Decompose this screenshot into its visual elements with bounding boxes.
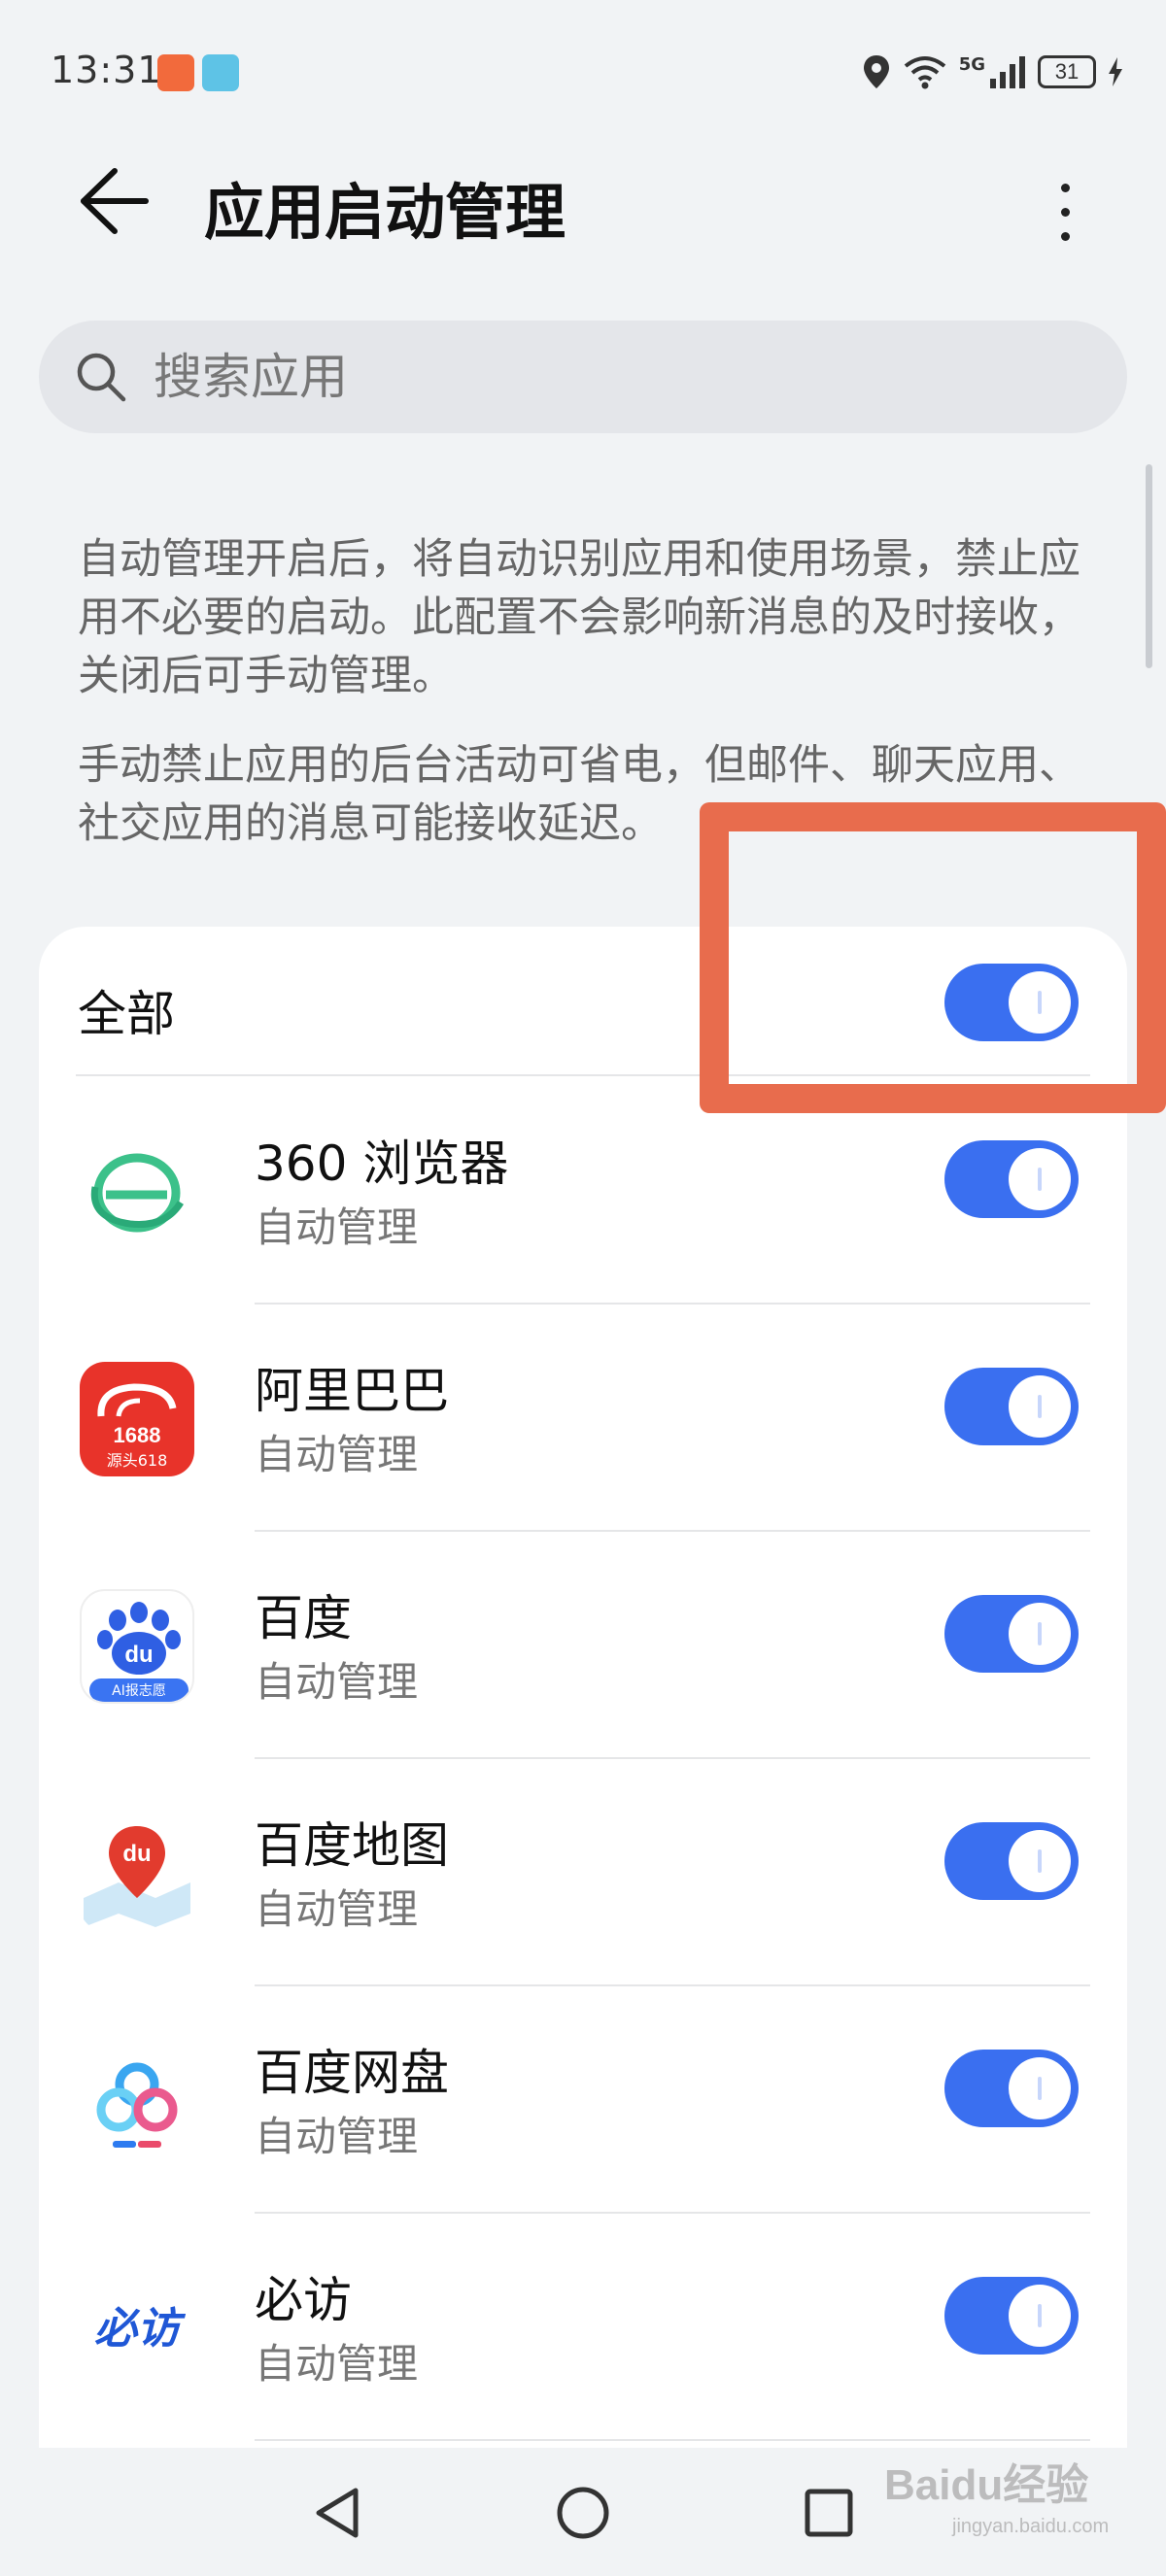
- search-input[interactable]: [154, 338, 1028, 416]
- app-row-bifang[interactable]: 必访 必访 自动管理: [39, 2213, 1127, 2440]
- icon-text: 1688: [114, 1423, 161, 1447]
- more-dot-icon: [1060, 183, 1070, 192]
- page-title: 应用启动管理: [204, 177, 566, 248]
- app-toggle[interactable]: [944, 1368, 1079, 1445]
- icon-caption: 源头618: [107, 1451, 168, 1470]
- status-time: 13:31: [51, 49, 162, 91]
- app-toggle[interactable]: [944, 2050, 1079, 2127]
- location-icon: [863, 55, 889, 88]
- app-name: 百度网盘: [255, 2045, 449, 2101]
- home-circle-icon[interactable]: [553, 2483, 613, 2543]
- app-toggle[interactable]: [944, 1595, 1079, 1673]
- search-icon: [77, 353, 126, 402]
- baidu-netdisk-logo: [80, 2044, 194, 2158]
- toggle-knob: [1009, 1830, 1071, 1892]
- baidu-jingyan-watermark: Baidu经验 jingyan.baidu.com: [884, 2457, 1110, 2564]
- app-status: 自动管理: [255, 1658, 419, 1706]
- bifang-icon: 必访: [80, 2271, 194, 2386]
- 360-browser-logo: [80, 1135, 194, 1249]
- icon-text: 必访: [94, 2304, 187, 2354]
- bifang-logo: 必访: [80, 2271, 194, 2386]
- baidu-netdisk-icon: [80, 2044, 194, 2158]
- app-status: 自动管理: [255, 1203, 419, 1251]
- battery-level: 31: [1054, 59, 1080, 84]
- app-row-alibaba[interactable]: 1688 源头618 阿里巴巴 自动管理: [39, 1304, 1127, 1531]
- app-name: 百度: [255, 1590, 352, 1646]
- toggle-knob: [1009, 2285, 1071, 2347]
- alibaba-logo: 1688 源头618: [97, 1383, 177, 1470]
- 360-browser-icon: [80, 1135, 194, 1249]
- app-row-baidu-netdisk[interactable]: 百度网盘 自动管理: [39, 1985, 1127, 2213]
- auto-manage-description: 自动管理开启后，将自动识别应用和使用场景，禁止应用不必要的启动。此配置不会影响新…: [78, 535, 1080, 700]
- app-name: 必访: [255, 2272, 352, 2328]
- watermark-subtext: jingyan.baidu.com: [952, 2516, 1110, 2537]
- baidu-icon: du AI报志愿: [80, 1589, 194, 1704]
- app-name: 百度地图: [255, 1817, 449, 1874]
- divider: [255, 2439, 1090, 2441]
- baidu-paw-logo: du AI报志愿: [89, 1602, 189, 1702]
- wifi-icon: [904, 56, 945, 89]
- app-launch-management-screen: 13:31 5G 31 应用启动管理 自动管理开启后，将自动识别应用和使用场景，…: [0, 0, 1166, 2576]
- charging-icon: [1109, 57, 1122, 86]
- status-icons: 5G 31: [862, 51, 1123, 93]
- baidu-map-logo: du: [80, 1816, 194, 1931]
- toggle-knob: [1009, 1603, 1071, 1665]
- app-toggle[interactable]: [944, 2277, 1079, 2355]
- toggle-knob: [1009, 1148, 1071, 1210]
- notification-app-icon: [157, 54, 194, 91]
- app-toggle[interactable]: [944, 1822, 1079, 1900]
- highlight-annotation-box: [700, 802, 1166, 1113]
- all-apps-label: 全部: [78, 986, 175, 1042]
- app-name: 360 浏览器: [255, 1135, 509, 1192]
- app-row-baidu[interactable]: du AI报志愿 百度 自动管理: [39, 1531, 1127, 1758]
- notification-book-icon: [202, 54, 239, 91]
- toggle-knob: [1009, 1375, 1071, 1438]
- back-button[interactable]: [70, 157, 157, 245]
- app-status: 自动管理: [255, 2340, 419, 2388]
- icon-text: du: [124, 1642, 153, 1668]
- scrollbar[interactable]: [1146, 464, 1152, 668]
- alibaba-icon: 1688 源头618: [80, 1362, 194, 1476]
- baidu-map-icon: du: [80, 1816, 194, 1931]
- more-dot-icon: [1060, 231, 1070, 241]
- search-bar[interactable]: [39, 321, 1127, 433]
- more-dot-icon: [1060, 207, 1070, 217]
- signal-icon: [990, 56, 1025, 88]
- app-status: 自动管理: [255, 1431, 419, 1478]
- more-options-button[interactable]: [1014, 161, 1115, 262]
- app-toggle[interactable]: [944, 1140, 1079, 1218]
- icon-text: du: [122, 1841, 151, 1867]
- app-status: 自动管理: [255, 2113, 419, 2160]
- watermark-text: Baidu经验: [884, 2461, 1089, 2509]
- toggle-knob: [1009, 2057, 1071, 2119]
- icon-caption: AI报志愿: [112, 1683, 166, 1699]
- app-status: 自动管理: [255, 1885, 419, 1933]
- arrow-left-icon: [81, 168, 149, 234]
- back-triangle-icon[interactable]: [307, 2483, 367, 2543]
- recents-square-icon[interactable]: [799, 2483, 859, 2543]
- battery-indicator: 31: [1038, 55, 1096, 88]
- status-bar: 13:31 5G 31: [0, 0, 1166, 146]
- network-type-label: 5G: [958, 53, 985, 75]
- app-row-baidu-map[interactable]: du 百度地图 自动管理: [39, 1758, 1127, 1985]
- app-list-card: 全部 360 浏览器 自动管理 1688 源头618 阿里巴巴 自动管理 du …: [39, 927, 1127, 2576]
- app-name: 阿里巴巴: [255, 1363, 449, 1419]
